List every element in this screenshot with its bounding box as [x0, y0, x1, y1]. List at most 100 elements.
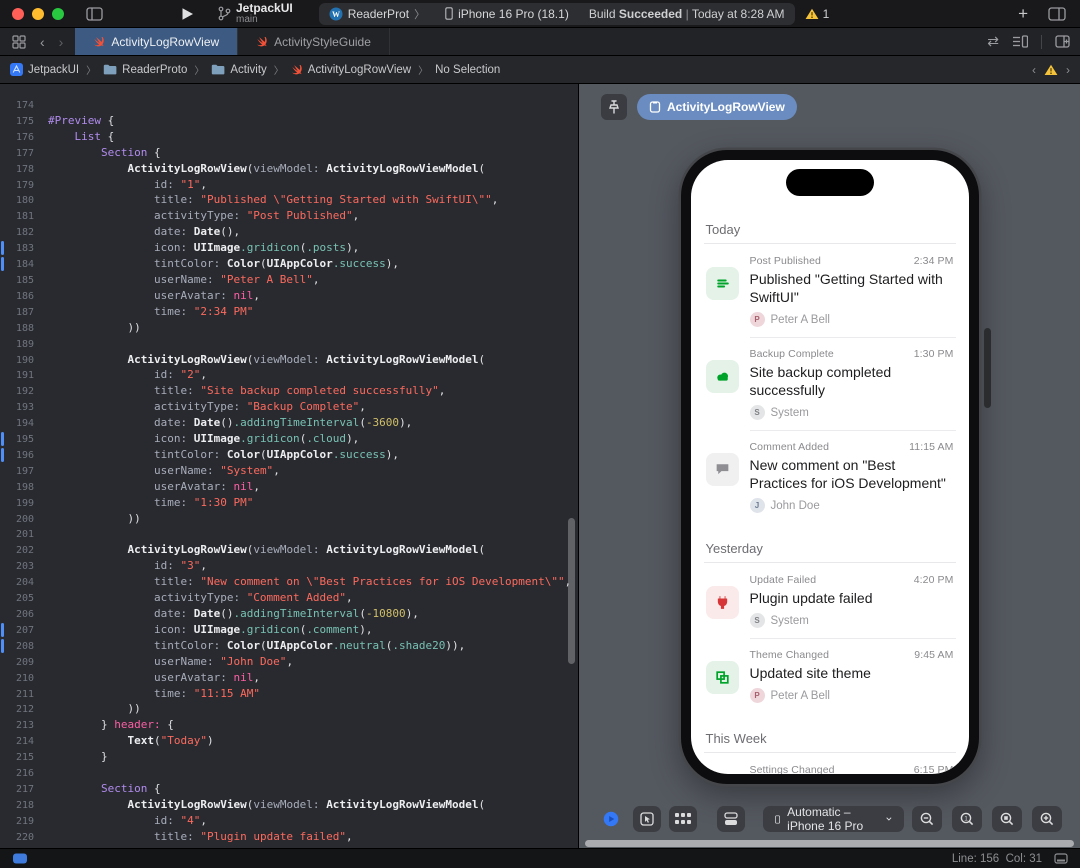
- add-editor-icon[interactable]: [1055, 35, 1070, 48]
- zoom-100-button[interactable]: 1: [952, 806, 982, 832]
- zoom-in-button[interactable]: [1032, 806, 1062, 832]
- editor-focus-icon[interactable]: [1054, 853, 1068, 864]
- source-editor[interactable]: 174 175 #Preview {176 List {177 Section {1…: [0, 84, 579, 848]
- code-line[interactable]: 191 id: "2",: [0, 368, 578, 384]
- next-issue-icon[interactable]: ›: [1066, 63, 1070, 77]
- code-line[interactable]: 187 time: "2:34 PM": [0, 305, 578, 321]
- device-selector-dropdown[interactable]: Automatic – iPhone 16 Pro: [763, 805, 904, 833]
- zoom-window-button[interactable]: [52, 7, 64, 20]
- code-line[interactable]: 174: [0, 98, 578, 114]
- selectable-mode-button[interactable]: [633, 806, 661, 832]
- breadcrumb-item-jetpackui[interactable]: JetpackUI: [10, 63, 79, 76]
- code-line[interactable]: 196 tintColor: Color(UIAppColor.success)…: [0, 447, 578, 464]
- code-line[interactable]: 192 title: "Site backup completed succes…: [0, 384, 578, 400]
- code-line[interactable]: 210 userAvatar: nil,: [0, 671, 578, 687]
- tab-activitylogrowview[interactable]: ActivityLogRowView: [75, 28, 239, 55]
- zoom-out-button[interactable]: [912, 806, 942, 832]
- activity-row[interactable]: Comment Added 11:15 AM New comment on "Bes…: [704, 430, 956, 523]
- editor-layout-icon[interactable]: [1048, 6, 1066, 21]
- adjust-editor-options-icon[interactable]: [1012, 35, 1028, 48]
- tab-activitystyleguide[interactable]: ActivityStyleGuide: [238, 28, 390, 55]
- code-line[interactable]: 217 Section {: [0, 782, 578, 798]
- preview-tab[interactable]: ActivityLogRowView: [637, 94, 797, 120]
- code-line[interactable]: 203 id: "3",: [0, 559, 578, 575]
- canvas-scrollbar[interactable]: [984, 328, 991, 408]
- code-line[interactable]: 181 activityType: "Post Published",: [0, 209, 578, 225]
- go-back-icon[interactable]: ‹: [40, 34, 45, 50]
- code-line[interactable]: 213 } header: {: [0, 718, 578, 734]
- activity-row[interactable]: Update Failed 4:20 PM Plugin update failed…: [704, 563, 956, 638]
- previous-issue-icon[interactable]: ‹: [1032, 63, 1036, 77]
- code-line[interactable]: 212 )): [0, 702, 578, 718]
- code-review-icon[interactable]: ⇄: [987, 33, 999, 50]
- code-line[interactable]: 199 time: "1:30 PM": [0, 496, 578, 512]
- code-line[interactable]: 194 date: Date().addingTimeInterval(-360…: [0, 416, 578, 432]
- live-preview-button[interactable]: [597, 806, 625, 832]
- code-line[interactable]: 188 )): [0, 321, 578, 337]
- code-line[interactable]: 178 ActivityLogRowView(viewModel: Activi…: [0, 162, 578, 178]
- activity-row[interactable]: Backup Complete 1:30 PM Site backup comple…: [704, 337, 956, 430]
- code-line[interactable]: 206 date: Date().addingTimeInterval(-108…: [0, 607, 578, 623]
- code-line[interactable]: 186 userAvatar: nil,: [0, 289, 578, 305]
- code-line[interactable]: 219 id: "4",: [0, 814, 578, 830]
- code-line[interactable]: 179 id: "1",: [0, 178, 578, 194]
- breadcrumb-item-readerproto[interactable]: ReaderProto: [103, 64, 187, 76]
- breakpoints-toggle-icon[interactable]: [10, 853, 30, 864]
- warning-count-badge[interactable]: 1: [805, 7, 829, 21]
- code-line[interactable]: 184 tintColor: Color(UIAppColor.success)…: [0, 257, 578, 273]
- code-line[interactable]: 190 ActivityLogRowView(viewModel: Activi…: [0, 353, 578, 369]
- code-line[interactable]: 198 userAvatar: nil,: [0, 480, 578, 496]
- canvas-horizontal-scrollbar[interactable]: [585, 840, 1074, 847]
- pin-preview-button[interactable]: [601, 94, 627, 120]
- code-line[interactable]: 216: [0, 766, 578, 782]
- code-line[interactable]: 185 userName: "Peter A Bell",: [0, 273, 578, 289]
- code-line[interactable]: 201: [0, 527, 578, 543]
- editor-scrollbar[interactable]: [568, 518, 575, 664]
- code-line[interactable]: 208 tintColor: Color(UIAppColor.neutral(…: [0, 638, 578, 655]
- code-line[interactable]: 220 title: "Plugin update failed",: [0, 830, 578, 846]
- breadcrumb-item-activitylogrowview[interactable]: ActivityLogRowView: [291, 64, 411, 76]
- build-status-text: Build Succeeded | Today at 8:28 AM: [588, 6, 785, 21]
- run-button[interactable]: [181, 7, 194, 21]
- activity-row[interactable]: Post Published 2:34 PM Published "Getting …: [704, 244, 956, 337]
- code-line[interactable]: 214 Text("Today"): [0, 734, 578, 750]
- code-line[interactable]: 177 Section {: [0, 146, 578, 162]
- code-line[interactable]: 211 time: "11:15 AM": [0, 687, 578, 703]
- scheme-button[interactable]: W ReaderProt 〉: [319, 3, 435, 25]
- breadcrumb-item-no selection[interactable]: No Selection: [435, 64, 500, 76]
- activity-row[interactable]: Settings Changed6:15 PMEnabled Jetpack S…: [704, 753, 956, 774]
- code-line[interactable]: 200 )): [0, 512, 578, 528]
- add-tab-icon[interactable]: +: [1018, 4, 1028, 24]
- activity-meta: Comment Added 11:15 AM: [750, 441, 954, 453]
- minimize-window-button[interactable]: [32, 7, 44, 20]
- navigator-toggle-icon[interactable]: [86, 6, 103, 21]
- code-line[interactable]: 195 icon: UIImage.gridicon(.cloud),: [0, 432, 578, 448]
- code-line[interactable]: 202 ActivityLogRowView(viewModel: Activi…: [0, 543, 578, 559]
- code-line[interactable]: 183 icon: UIImage.gridicon(.posts),: [0, 241, 578, 257]
- code-line[interactable]: 204 title: "New comment on \"Best Practi…: [0, 575, 578, 591]
- device-settings-button[interactable]: [717, 806, 745, 832]
- code-line[interactable]: 189: [0, 337, 578, 353]
- variants-mode-button[interactable]: [669, 806, 697, 832]
- destination-button[interactable]: iPhone 16 Pro (18.1): [435, 3, 579, 25]
- code-line[interactable]: 175 #Preview {: [0, 114, 578, 130]
- code-line[interactable]: 215 }: [0, 750, 578, 766]
- activity-row[interactable]: Theme Changed 9:45 AM Updated site theme P P…: [704, 638, 956, 713]
- code-line[interactable]: 218 ActivityLogRowView(viewModel: Activi…: [0, 798, 578, 814]
- close-window-button[interactable]: [12, 7, 24, 20]
- device-selector-label: Automatic – iPhone 16 Pro: [787, 805, 864, 833]
- code-line[interactable]: 205 activityType: "Comment Added",: [0, 591, 578, 607]
- issue-warning-icon[interactable]: [1044, 64, 1058, 76]
- go-forward-icon[interactable]: ›: [59, 34, 64, 50]
- zoom-to-fit-button[interactable]: [992, 806, 1022, 832]
- code-line[interactable]: 180 title: "Published \"Getting Started …: [0, 193, 578, 209]
- code-line[interactable]: 197 userName: "System",: [0, 464, 578, 480]
- code-line[interactable]: 193 activityType: "Backup Complete",: [0, 400, 578, 416]
- code-line[interactable]: 176 List {: [0, 130, 578, 146]
- code-line[interactable]: 207 icon: UIImage.gridicon(.comment),: [0, 622, 578, 639]
- code-line[interactable]: 182 date: Date(),: [0, 225, 578, 241]
- code-line[interactable]: 209 userName: "John Doe",: [0, 655, 578, 671]
- breadcrumb-item-activity[interactable]: Activity: [211, 64, 267, 76]
- tab-overview-icon[interactable]: [12, 34, 26, 49]
- activity-status[interactable]: Build Succeeded | Today at 8:28 AM: [579, 3, 795, 25]
